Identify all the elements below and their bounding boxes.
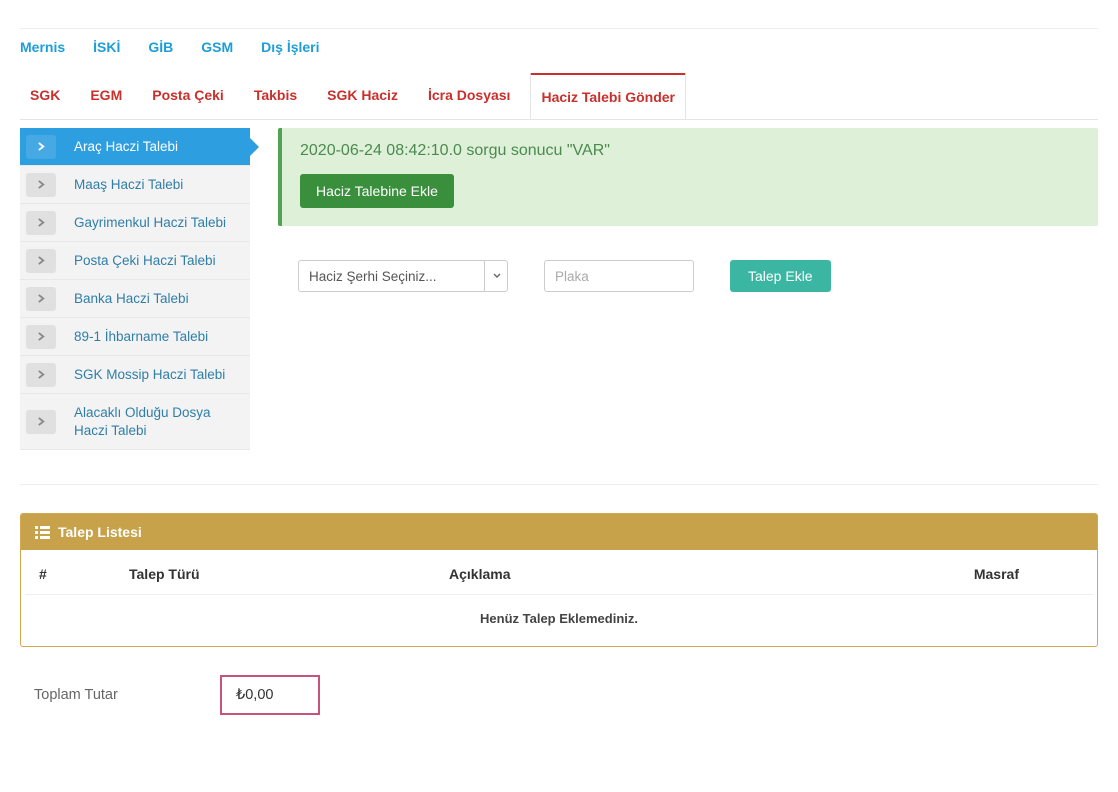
chevron-right-icon <box>26 211 56 235</box>
plaka-input[interactable] <box>544 260 694 292</box>
total-label: Toplam Tutar <box>20 677 220 713</box>
chevron-right-icon <box>26 173 56 197</box>
sidebar-item-sgkmossip[interactable]: SGK Mossip Haczi Talebi <box>20 356 250 394</box>
alert-success: 2020-06-24 08:42:10.0 sorgu sonucu "VAR"… <box>278 128 1098 226</box>
sidebar-item-alacakli[interactable]: Alacaklı Olduğu Dosya Haczi Talebi <box>20 394 250 450</box>
top-tabs: Mernis İSKİ GİB GSM Dış İşleri <box>20 39 1098 55</box>
sidebar-item-posta[interactable]: Posta Çeki Haczi Talebi <box>20 242 250 280</box>
col-hash: # <box>25 554 115 595</box>
tab-sgk[interactable]: SGK <box>20 73 70 119</box>
chevron-right-icon <box>26 325 56 349</box>
col-actions <box>1033 554 1093 595</box>
sidebar-item-arac[interactable]: Araç Haczi Talebi <box>20 128 250 166</box>
tab-disisleri[interactable]: Dış İşleri <box>261 39 319 55</box>
tab-icradosyasi[interactable]: İcra Dosyası <box>418 73 521 119</box>
panel-title: Talep Listesi <box>58 524 142 540</box>
sidebar-item-891[interactable]: 89-1 İhbarname Talebi <box>20 318 250 356</box>
sidebar-item-banka[interactable]: Banka Haczi Talebi <box>20 280 250 318</box>
sidebar-item-label: Posta Çeki Haczi Talebi <box>74 243 250 278</box>
chevron-right-icon <box>26 135 56 159</box>
tab-iski[interactable]: İSKİ <box>93 39 120 55</box>
total-value: ₺0,00 <box>220 675 320 715</box>
tab-gib[interactable]: GİB <box>148 39 173 55</box>
alert-text: 2020-06-24 08:42:10.0 sorgu sonucu "VAR" <box>300 142 1080 160</box>
chevron-right-icon <box>26 410 56 434</box>
tab-gsm[interactable]: GSM <box>201 39 233 55</box>
sidebar-item-label: Banka Haczi Talebi <box>74 281 250 316</box>
sidebar-item-label: Alacaklı Olduğu Dosya Haczi Talebi <box>74 394 250 449</box>
tab-takbis[interactable]: Takbis <box>244 73 307 119</box>
sidebar-item-label: Gayrimenkul Haczi Talebi <box>74 205 250 240</box>
sidebar-item-label: Maaş Haczi Talebi <box>74 167 250 202</box>
list-icon <box>35 526 50 539</box>
panel-header: Talep Listesi <box>21 514 1097 550</box>
tab-postaceki[interactable]: Posta Çeki <box>142 73 234 119</box>
talep-ekle-button[interactable]: Talep Ekle <box>730 260 831 292</box>
col-aciklama: Açıklama <box>435 554 913 595</box>
talep-listesi-panel: Talep Listesi # Talep Türü Açıklama Masr… <box>20 513 1098 647</box>
total-row: Toplam Tutar ₺0,00 <box>20 675 1098 715</box>
haciz-serhi-select[interactable] <box>298 260 508 292</box>
col-masraf: Masraf <box>913 554 1033 595</box>
col-tur: Talep Türü <box>115 554 435 595</box>
talep-table: # Talep Türü Açıklama Masraf Henüz Talep… <box>25 554 1093 642</box>
sidebar-item-label: 89-1 İhbarname Talebi <box>74 319 250 354</box>
sidebar-item-label: Araç Haczi Talebi <box>74 129 250 164</box>
chevron-down-icon <box>484 260 508 292</box>
form-row: Talep Ekle <box>278 260 1098 292</box>
chevron-right-icon <box>26 249 56 273</box>
tab-sgkhaciz[interactable]: SGK Haciz <box>317 73 408 119</box>
sidebar-item-gayrimenkul[interactable]: Gayrimenkul Haczi Talebi <box>20 204 250 242</box>
empty-row: Henüz Talep Eklemediniz. <box>25 595 1093 643</box>
main-tabs: SGK EGM Posta Çeki Takbis SGK Haciz İcra… <box>20 73 1098 120</box>
tab-haciztalebigonder[interactable]: Haciz Talebi Gönder <box>530 73 686 119</box>
sidebar-item-maas[interactable]: Maaş Haczi Talebi <box>20 166 250 204</box>
chevron-right-icon <box>26 363 56 387</box>
sidebar-item-label: SGK Mossip Haczi Talebi <box>74 357 250 392</box>
tab-mernis[interactable]: Mernis <box>20 39 65 55</box>
tab-egm[interactable]: EGM <box>80 73 132 119</box>
main-content: 2020-06-24 08:42:10.0 sorgu sonucu "VAR"… <box>278 128 1098 450</box>
haciz-talebine-ekle-button[interactable]: Haciz Talebine Ekle <box>300 174 454 208</box>
select-display[interactable] <box>298 260 508 292</box>
chevron-right-icon <box>26 287 56 311</box>
sidebar: Araç Haczi Talebi Maaş Haczi Talebi Gayr… <box>20 128 250 450</box>
